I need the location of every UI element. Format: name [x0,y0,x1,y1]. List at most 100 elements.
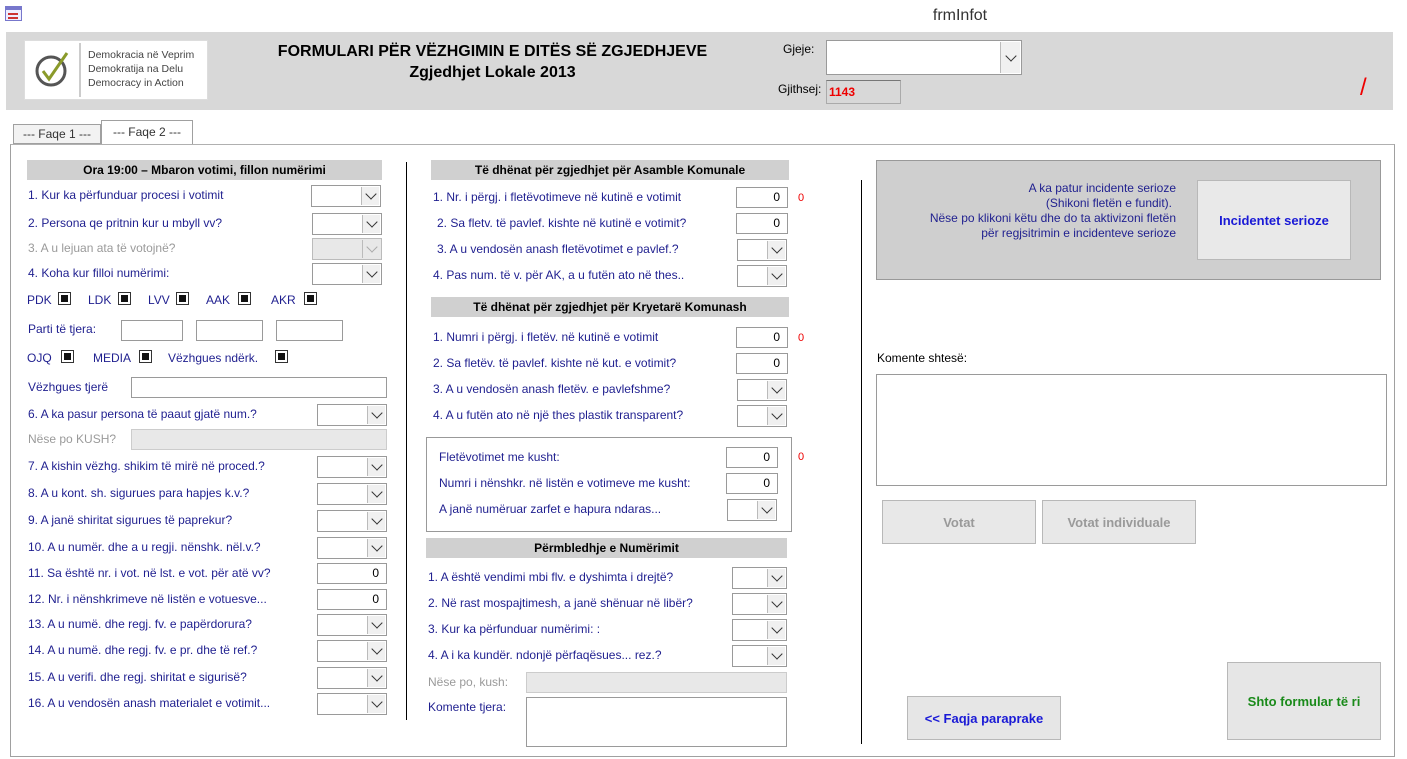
q8-select[interactable] [317,483,387,505]
s-comments-label: Komente tjera: [428,700,507,714]
party-aak-checkbox[interactable] [238,292,251,305]
q15-label: 15. A u verifi. dhe regj. shiritat e sig… [28,670,247,684]
ak3-label: 3. A u vendosën anash fletëvotimet e pav… [437,242,679,256]
ak1-red-zero: 0 [798,192,805,204]
ak4-label: 4. Pas num. të v. për AK, a u futën ato … [433,268,685,282]
q3-label: 3. A u lejuan ata të votojnë? [28,241,176,255]
ak2-label: 2. Sa fletv. të pavlef. kishte në kutinë… [437,216,687,230]
column-divider-2 [861,180,862,744]
kk3-label: 3. A u vendosën anash fletëv. e pavlefsh… [433,382,671,396]
party-lvv-checkbox[interactable] [176,292,189,305]
kk2-label: 2. Sa fletëv. të pavlef. kishte në kut. … [433,356,677,370]
kk1-label: 1. Numri i përgj. i fletëv. në kutinë e … [433,330,659,344]
kusht1-input[interactable]: 0 [726,447,778,468]
q13-select[interactable] [317,614,387,636]
comments-textarea[interactable] [876,374,1387,486]
q16-label: 16. A u vendosën anash materialet e voti… [28,696,271,710]
s2-select[interactable] [732,593,787,615]
gjeje-label: Gjeje: [783,42,815,56]
comments-label: Komente shtesë: [877,351,968,365]
q15-select[interactable] [317,667,387,689]
q11-label: 11. Sa është nr. i vot. në lst. e vot. p… [28,566,271,580]
s3-select[interactable] [732,619,787,641]
party-akr-checkbox[interactable] [304,292,317,305]
votat-individuale-button[interactable]: Votat individuale [1042,500,1196,544]
section-header-counting: Ora 19:00 – Mbaron votimi, fillon numëri… [27,160,382,180]
kusht1-label: Fletëvotimet me kusht: [439,450,560,464]
party-aak-label: AAK [206,293,231,307]
intl-observer-checkbox[interactable] [275,350,288,363]
intl-observer-label: Vëzhgues ndërk. [168,351,259,365]
s4-select[interactable] [732,645,787,667]
party-akr-label: AKR [271,293,296,307]
other-party-2-input[interactable] [196,320,263,341]
q3-select[interactable] [312,238,382,260]
media-checkbox[interactable] [139,350,152,363]
s-who-label: Nëse po, kush: [428,675,509,689]
gjeje-select[interactable] [826,40,1022,75]
q12-label: 12. Nr. i nënshkrimeve në listën e votue… [28,592,267,606]
tab-faqe-2[interactable]: --- Faqe 2 --- [101,120,193,145]
q16-select[interactable] [317,693,387,715]
kusht3-label: A janë numëruar zarfet e hapura ndaras..… [439,502,662,516]
q14-select[interactable] [317,640,387,662]
q6-who-label: Nëse po KUSH? [28,432,117,446]
incident-text: A ka patur incidente serioze (Shikoni fl… [929,181,1176,240]
ak4-select[interactable] [737,265,787,287]
q10-select[interactable] [317,537,387,559]
other-observers-label: Vëzhgues tjerë [28,380,109,394]
q12-input[interactable]: 0 [317,589,387,610]
kk4-select[interactable] [737,405,787,427]
kk1-input[interactable]: 0 [736,327,788,348]
s4-label: 4. A i ka kundër. ndonjë përfaqësues... … [428,648,662,662]
s1-label: 1. A është vendimi mbi flv. e dyshimta i… [428,570,674,584]
s1-select[interactable] [732,567,787,589]
section-header-assembly: Të dhënat për zgjedhjet për Asamble Komu… [431,160,789,180]
s-comments-textarea[interactable] [526,697,787,747]
logo-text: Demokracia në Veprim Demokratija na Delu D… [88,49,195,89]
previous-page-button[interactable]: << Faqja paraprake [907,696,1061,740]
q1-select[interactable] [311,185,381,207]
kusht2-input[interactable]: 0 [726,473,778,494]
q2-label: 2. Persona qe pritnin kur u mbyll vv? [28,216,223,230]
s-who-input[interactable] [526,672,787,693]
status-slash: / [1360,74,1367,101]
q2-select[interactable] [312,213,382,235]
party-ldk-checkbox[interactable] [118,292,131,305]
kk2-input[interactable]: 0 [736,353,788,374]
media-label: MEDIA [93,351,132,365]
kk4-label: 4. A u futën ato në një thes plastik tra… [433,408,684,422]
ak2-input[interactable]: 0 [736,213,788,234]
ak1-label: 1. Nr. i përgj. i fletëvotimeve në kutin… [433,190,682,204]
other-party-3-input[interactable] [276,320,343,341]
new-form-button[interactable]: Shto formular të ri [1227,662,1381,740]
q4-select[interactable] [312,263,382,285]
q6-select[interactable] [317,404,387,426]
kusht3-select[interactable] [727,499,777,521]
q7-select[interactable] [317,456,387,478]
tab-faqe-1[interactable]: --- Faqe 1 --- [13,124,101,144]
votat-button[interactable]: Votat [882,500,1036,544]
ak1-input[interactable]: 0 [736,187,788,208]
window-title: frmInfot [932,7,988,24]
q9-label: 9. A janë shiritat sigurues të paprekur? [28,513,233,527]
section-header-mayors: Të dhënat për zgjedhjet për Kryetarë Kom… [431,297,789,317]
q7-label: 7. A kishin vëzhg. shikim të mirë në pro… [28,459,265,473]
ak3-select[interactable] [737,239,787,261]
kusht2-label: Numri i nënshkr. në listën e votimeve me… [439,476,691,490]
other-observers-input[interactable] [131,377,387,398]
party-pdk-checkbox[interactable] [58,292,71,305]
other-party-1-input[interactable] [121,320,183,341]
q9-select[interactable] [317,510,387,532]
other-parties-label: Parti të tjera: [28,322,97,336]
kk3-select[interactable] [737,379,787,401]
q6-who-input[interactable] [131,429,387,450]
logo-mark-icon [35,43,81,97]
q11-input[interactable]: 0 [317,563,387,584]
form-title: FORMULARI PËR VËZHGIMIN E DITËS SË ZGJED… [277,43,708,60]
q14-label: 14. A u numë. dhe regj. fv. e pr. dhe të… [28,643,258,657]
serious-incidents-button[interactable]: Incidentet serioze [1197,180,1351,260]
party-lvv-label: LVV [148,293,170,307]
gjithsej-value: 1143 [826,80,901,104]
ojq-checkbox[interactable] [61,350,74,363]
